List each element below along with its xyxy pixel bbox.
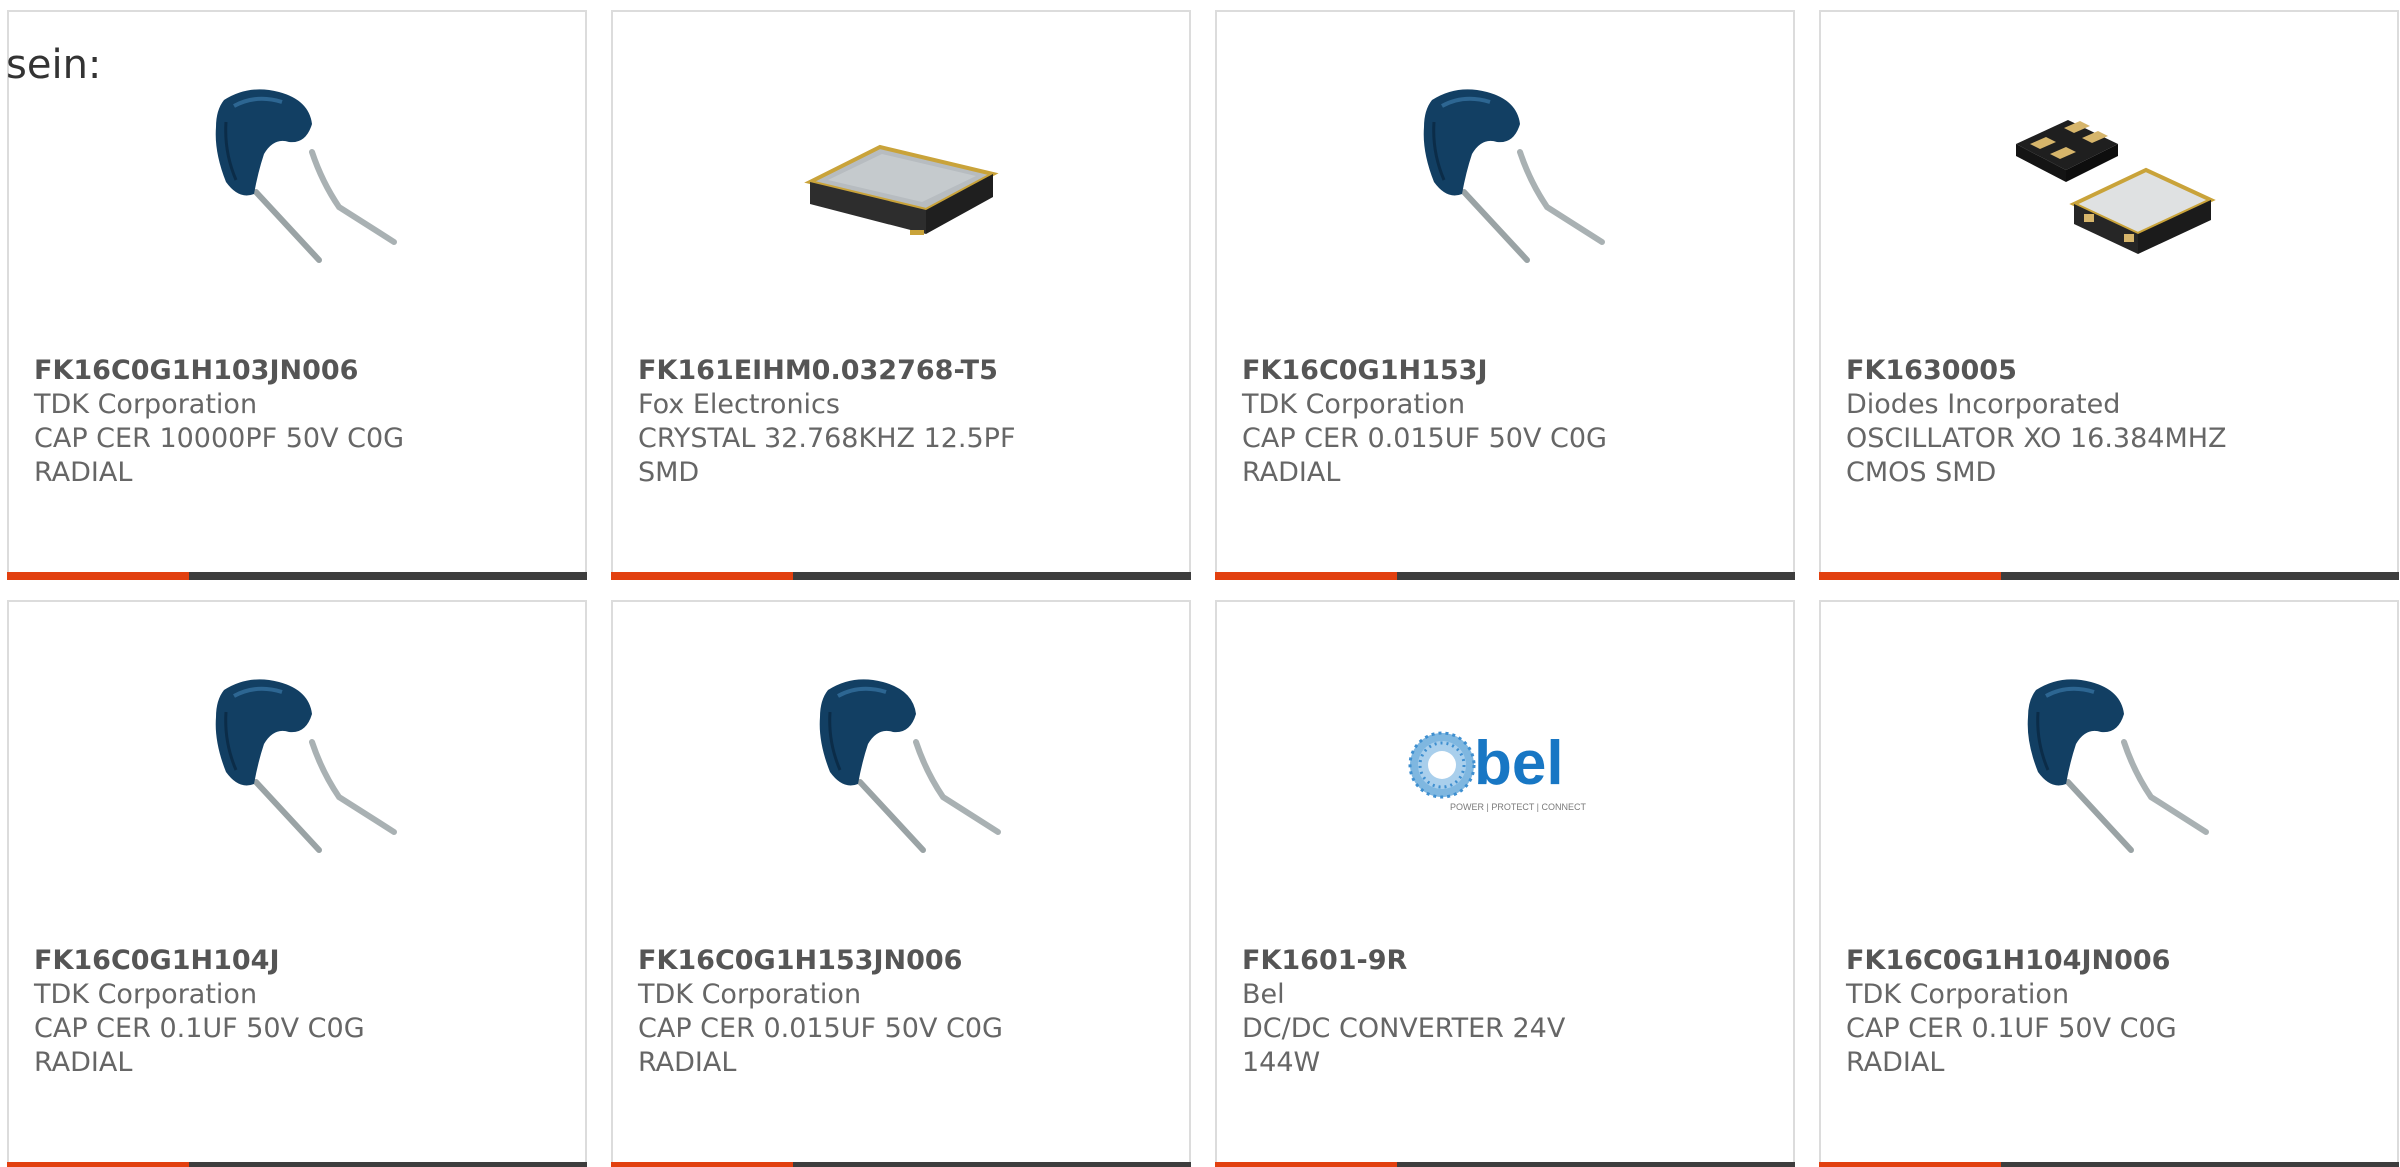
product-card[interactable]: FK16C0G1H153J TDK Corporation CAP CER 0.… (1215, 10, 1795, 580)
manufacturer-name: TDK Corporation (1846, 979, 2070, 1010)
product-card[interactable]: bel POWER | PROTECT | CONNECT FK1601-9R … (1215, 600, 1795, 1167)
card-footer-bar (7, 572, 587, 580)
manufacturer-name: Fox Electronics (638, 389, 840, 420)
card-footer-accent (1819, 572, 2001, 580)
card-footer-accent (611, 572, 793, 580)
product-info: FK16C0G1H103JN006 TDK Corporation CAP CE… (34, 354, 555, 490)
product-image-radial-capacitor[interactable] (194, 672, 404, 872)
card-footer-bar (1215, 572, 1795, 580)
product-info: FK16C0G1H153J TDK Corporation CAP CER 0.… (1242, 354, 1763, 490)
product-card[interactable]: FK16C0G1H104JN006 TDK Corporation CAP CE… (1819, 600, 2399, 1167)
product-card[interactable]: FK1630005 Diodes Incorporated OSCILLATOR… (1819, 10, 2399, 580)
part-number-link[interactable]: FK16C0G1H153J (1242, 354, 1763, 388)
product-card[interactable]: FK16C0G1H104J TDK Corporation CAP CER 0.… (7, 600, 587, 1167)
page: sein: FK16C0G1H103JN006 TDK Corporation … (0, 0, 2400, 1167)
manufacturer-name: TDK Corporation (1242, 389, 1466, 420)
part-number-link[interactable]: FK1630005 (1846, 354, 2367, 388)
product-image-smd-oscillator[interactable] (2006, 82, 2216, 282)
manufacturer-name: Diodes Incorporated (1846, 389, 2121, 420)
card-footer-accent (7, 1162, 189, 1167)
bel-logo-tagline: POWER | PROTECT | CONNECT (1450, 802, 1587, 812)
card-footer-bar (1215, 1162, 1795, 1167)
card-footer-bar (7, 1162, 587, 1167)
product-description: CAP CER 0.1UF 50V C0G RADIAL (1846, 1013, 2177, 1078)
card-footer-accent (611, 1162, 793, 1167)
product-image-radial-capacitor[interactable] (2006, 672, 2216, 872)
manufacturer-name: TDK Corporation (638, 979, 862, 1010)
product-info: FK1630005 Diodes Incorporated OSCILLATOR… (1846, 354, 2367, 490)
product-description: CAP CER 0.1UF 50V C0G RADIAL (34, 1013, 365, 1078)
card-footer-bar (1819, 572, 2399, 580)
product-card[interactable]: FK16C0G1H153JN006 TDK Corporation CAP CE… (611, 600, 1191, 1167)
card-footer-bar (611, 572, 1191, 580)
card-footer-bar (1819, 1162, 2399, 1167)
product-info: FK16C0G1H104J TDK Corporation CAP CER 0.… (34, 944, 555, 1080)
part-number-link[interactable]: FK16C0G1H104J (34, 944, 555, 978)
product-description: CAP CER 0.015UF 50V C0G RADIAL (1242, 423, 1607, 488)
card-footer-accent (1215, 572, 1397, 580)
card-footer-accent (1819, 1162, 2001, 1167)
part-number-link[interactable]: FK16C0G1H104JN006 (1846, 944, 2367, 978)
product-image-bel-logo[interactable]: bel POWER | PROTECT | CONNECT (1402, 672, 1612, 872)
card-footer-bar (611, 1162, 1191, 1167)
manufacturer-name: TDK Corporation (34, 979, 258, 1010)
bel-logo-icon (1408, 731, 1476, 799)
product-description: CRYSTAL 32.768KHZ 12.5PF SMD (638, 423, 1016, 488)
product-description: OSCILLATOR XO 16.384MHZ CMOS SMD (1846, 423, 2227, 488)
product-info: FK1601-9R Bel DC/DC CONVERTER 24V 144W (1242, 944, 1763, 1080)
bel-logo-wordmark: bel (1474, 729, 1564, 798)
product-info: FK16C0G1H104JN006 TDK Corporation CAP CE… (1846, 944, 2367, 1080)
product-description: CAP CER 0.015UF 50V C0G RADIAL (638, 1013, 1003, 1078)
part-number-link[interactable]: FK16C0G1H153JN006 (638, 944, 1159, 978)
manufacturer-name: Bel (1242, 979, 1285, 1010)
product-image-radial-capacitor[interactable] (1402, 82, 1612, 282)
manufacturer-name: TDK Corporation (34, 389, 258, 420)
part-number-link[interactable]: FK1601-9R (1242, 944, 1763, 978)
product-description: CAP CER 10000PF 50V C0G RADIAL (34, 423, 405, 488)
part-number-link[interactable]: FK16C0G1H103JN006 (34, 354, 555, 388)
product-image-smd-crystal[interactable] (798, 82, 1008, 282)
product-card[interactable]: FK16C0G1H103JN006 TDK Corporation CAP CE… (7, 10, 587, 580)
product-description: DC/DC CONVERTER 24V 144W (1242, 1013, 1566, 1078)
product-image-radial-capacitor[interactable] (798, 672, 1008, 872)
part-number-link[interactable]: FK161EIHM0.032768-T5 (638, 354, 1159, 388)
product-info: FK161EIHM0.032768-T5 Fox Electronics CRY… (638, 354, 1159, 490)
product-info: FK16C0G1H153JN006 TDK Corporation CAP CE… (638, 944, 1159, 1080)
product-image-radial-capacitor[interactable] (194, 82, 404, 282)
card-footer-accent (1215, 1162, 1397, 1167)
product-grid: FK16C0G1H103JN006 TDK Corporation CAP CE… (7, 10, 2399, 1167)
intro-text: sein: (6, 42, 102, 88)
card-footer-accent (7, 572, 189, 580)
product-card[interactable]: FK161EIHM0.032768-T5 Fox Electronics CRY… (611, 10, 1191, 580)
